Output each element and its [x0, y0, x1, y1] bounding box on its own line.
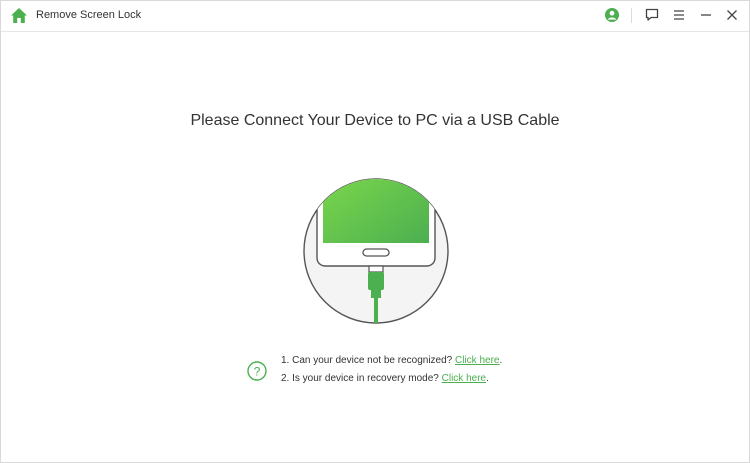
minimize-icon[interactable] — [698, 7, 714, 23]
help-item-suffix: . — [486, 373, 489, 384]
click-here-link-not-recognized[interactable]: Click here — [455, 355, 499, 366]
help-item-text: 2. Is your device in recovery mode? — [281, 373, 442, 384]
help-item-not-recognized: 1. Can your device not be recognized? Cl… — [281, 355, 502, 366]
help-item-text: 1. Can your device not be recognized? — [281, 355, 455, 366]
app-window: Remove Screen Lock Please Connect Your D… — [0, 0, 750, 463]
close-icon[interactable] — [724, 7, 740, 23]
account-icon[interactable] — [604, 7, 620, 23]
help-item-suffix: . — [499, 355, 503, 366]
feedback-icon[interactable] — [644, 7, 660, 23]
click-here-link-recovery-mode[interactable]: Click here — [442, 373, 486, 384]
home-icon[interactable] — [10, 7, 28, 24]
help-item-recovery-mode: 2. Is your device in recovery mode? Clic… — [281, 373, 489, 384]
phone-usb-cable-illustration — [303, 178, 449, 324]
help-section: ? 1. Can your device not be recognized? … — [247, 352, 547, 392]
titlebar-divider — [631, 8, 632, 23]
page-heading: Please Connect Your Device to PC via a U… — [190, 112, 560, 129]
menu-icon[interactable] — [671, 7, 687, 23]
question-circle-icon: ? — [247, 361, 267, 381]
title-bar: Remove Screen Lock — [1, 1, 749, 32]
svg-text:?: ? — [254, 364, 261, 378]
app-title: Remove Screen Lock — [36, 9, 142, 21]
